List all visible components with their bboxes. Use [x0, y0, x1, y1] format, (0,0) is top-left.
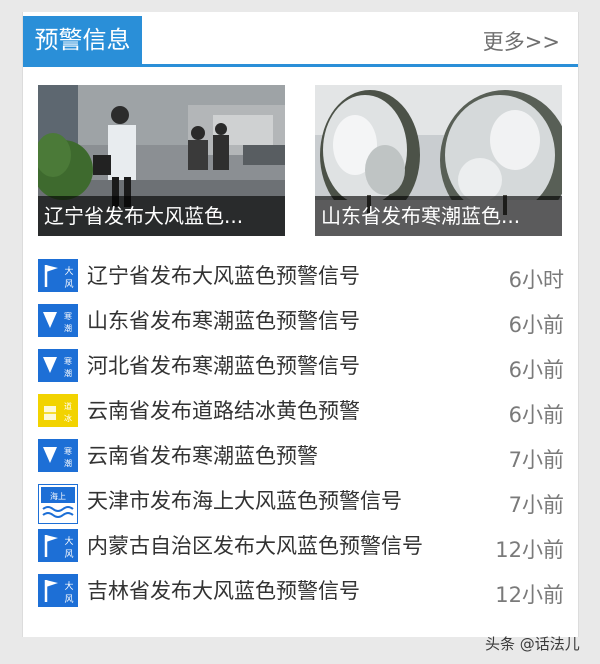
panel-title-tab[interactable]: 预警信息	[23, 16, 142, 64]
news-item[interactable]: 道 冰 云南省发布道路结冰黄色预警 6小前	[38, 392, 568, 437]
news-item[interactable]: 大 风 辽宁省发布大风蓝色预警信号 6小时	[38, 257, 568, 302]
news-list: 大 风 辽宁省发布大风蓝色预警信号 6小时 寒 潮 山东省发布寒潮蓝色预警信号 …	[38, 257, 568, 617]
cold-wave-blue-signal-icon: 寒 潮	[38, 439, 78, 479]
news-item[interactable]: 大 风 内蒙古自治区发布大风蓝色预警信号 12小前	[38, 527, 568, 572]
news-time: 12小前	[495, 538, 564, 562]
sea-gale-blue-signal-icon: 海上	[38, 484, 78, 524]
watermark: 头条 @话法儿	[485, 635, 580, 653]
news-time: 6小前	[508, 313, 564, 337]
svg-text:风: 风	[64, 594, 73, 605]
road-icing-yellow-signal-icon: 道 冰	[38, 394, 78, 434]
news-item[interactable]: 寒 潮 山东省发布寒潮蓝色预警信号 6小前	[38, 302, 568, 347]
warning-panel: 预警信息 更多>> 辽宁省发布大风蓝色... 山东省发布寒潮蓝色... 大 风 …	[22, 12, 579, 637]
news-title[interactable]: 云南省发布寒潮蓝色预警	[87, 441, 318, 471]
panel-header: 预警信息 更多>>	[23, 12, 578, 67]
svg-text:冰: 冰	[64, 413, 72, 423]
news-time: 6小前	[508, 358, 564, 382]
featured-news-card[interactable]: 辽宁省发布大风蓝色...	[38, 85, 285, 236]
more-link[interactable]: 更多>>	[483, 26, 560, 56]
gale-blue-signal-icon: 大 风	[38, 574, 78, 614]
svg-text:海上: 海上	[50, 491, 66, 501]
svg-text:寒: 寒	[64, 311, 72, 321]
news-time: 6小时	[508, 268, 564, 292]
cold-wave-blue-signal-icon: 寒 潮	[38, 304, 78, 344]
gale-blue-signal-icon: 大 风	[38, 259, 78, 299]
svg-text:寒: 寒	[64, 446, 72, 456]
svg-text:潮: 潮	[64, 368, 72, 378]
news-title[interactable]: 天津市发布海上大风蓝色预警信号	[87, 486, 402, 516]
gale-blue-signal-icon: 大 风	[38, 529, 78, 569]
news-time: 6小前	[508, 403, 564, 427]
news-item[interactable]: 海上 天津市发布海上大风蓝色预警信号 7小前	[38, 482, 568, 527]
news-item[interactable]: 寒 潮 云南省发布寒潮蓝色预警 7小前	[38, 437, 568, 482]
news-title[interactable]: 辽宁省发布大风蓝色预警信号	[87, 261, 360, 291]
svg-text:寒: 寒	[64, 356, 72, 366]
svg-text:潮: 潮	[64, 323, 72, 333]
svg-text:风: 风	[64, 549, 73, 560]
news-item[interactable]: 寒 潮 河北省发布寒潮蓝色预警信号 6小前	[38, 347, 568, 392]
news-title[interactable]: 河北省发布寒潮蓝色预警信号	[87, 351, 360, 381]
cold-wave-blue-signal-icon: 寒 潮	[38, 349, 78, 389]
svg-text:道: 道	[64, 401, 72, 411]
featured-news-card[interactable]: 山东省发布寒潮蓝色...	[315, 85, 562, 236]
svg-text:大: 大	[64, 535, 73, 547]
news-title[interactable]: 内蒙古自治区发布大风蓝色预警信号	[87, 531, 423, 561]
svg-text:大: 大	[64, 265, 73, 277]
svg-text:潮: 潮	[64, 458, 72, 468]
news-time: 12小前	[495, 583, 564, 607]
news-title[interactable]: 云南省发布道路结冰黄色预警	[87, 396, 360, 426]
svg-text:大: 大	[64, 580, 73, 592]
featured-caption[interactable]: 山东省发布寒潮蓝色...	[315, 196, 562, 236]
news-time: 7小前	[508, 493, 564, 517]
news-title[interactable]: 山东省发布寒潮蓝色预警信号	[87, 306, 360, 336]
news-time: 7小前	[508, 448, 564, 472]
news-title[interactable]: 吉林省发布大风蓝色预警信号	[87, 576, 360, 606]
news-item[interactable]: 大 风 吉林省发布大风蓝色预警信号 12小前	[38, 572, 568, 617]
featured-caption[interactable]: 辽宁省发布大风蓝色...	[38, 196, 285, 236]
svg-text:风: 风	[64, 279, 73, 290]
